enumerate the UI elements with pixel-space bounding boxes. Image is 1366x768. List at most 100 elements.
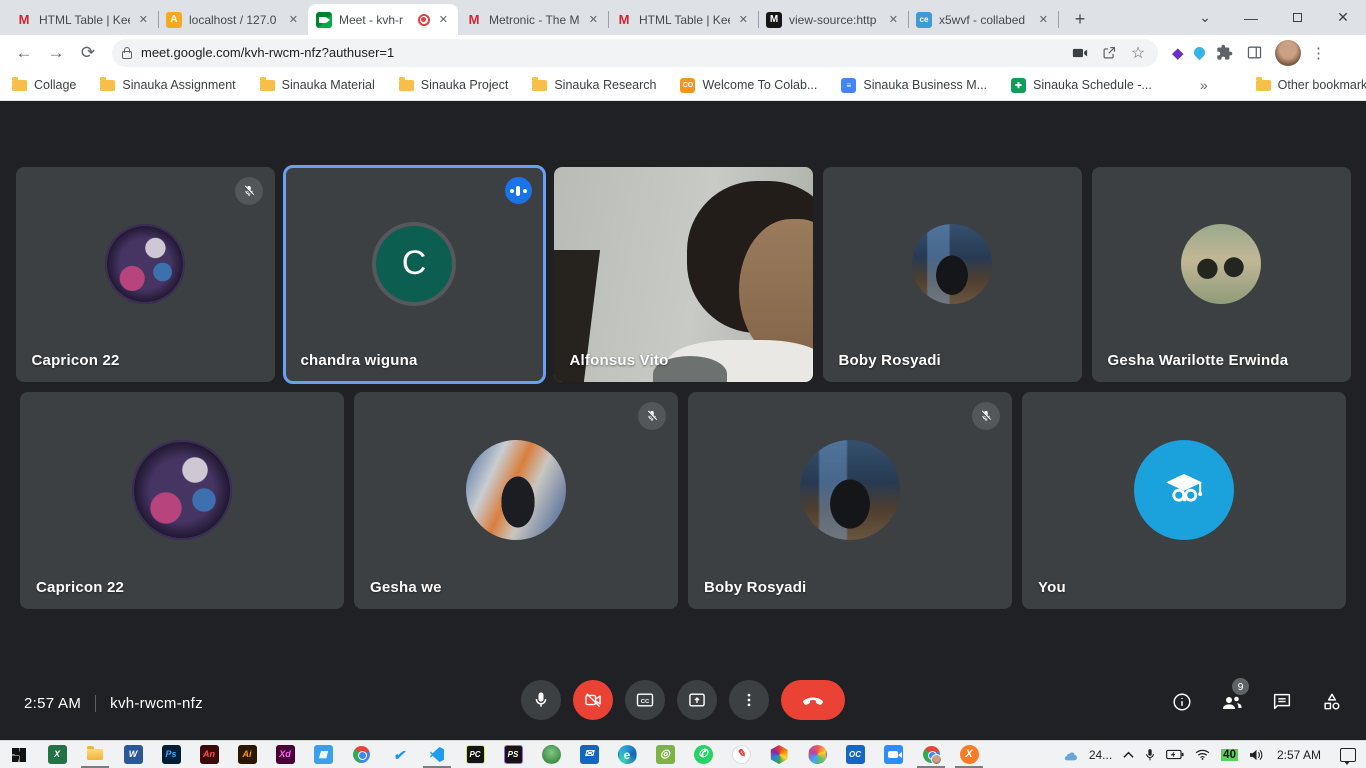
present-button[interactable]	[677, 680, 717, 720]
browser-tab-meet-active[interactable]: Meet - kvh-r ✕	[308, 4, 458, 35]
taskbar-edge[interactable]: e	[608, 741, 646, 768]
taskbar-word[interactable]: W	[114, 741, 152, 768]
tile-gesha-warilotte[interactable]: Gesha Warilotte Erwinda	[1092, 167, 1351, 382]
bookmark-folder-research[interactable]: Sinauka Research	[532, 78, 656, 92]
tab-close-icon[interactable]: ✕	[287, 11, 300, 28]
taskbar-chrome-profile[interactable]	[912, 741, 950, 768]
taskbar-hexagon-app[interactable]	[760, 741, 798, 768]
taskbar-chrome[interactable]	[342, 741, 380, 768]
taskbar-mail[interactable]: ✉	[570, 741, 608, 768]
minimize-button[interactable]: —	[1228, 0, 1274, 35]
tile-boby-rosyadi-2[interactable]: Boby Rosyadi	[688, 392, 1012, 609]
more-options-button[interactable]	[729, 680, 769, 720]
tray-expand-chevron-icon[interactable]	[1123, 751, 1134, 759]
tile-you[interactable]: You	[1022, 392, 1346, 609]
action-center-icon[interactable]	[1340, 748, 1356, 762]
tile-capricon22-1[interactable]: Capricon 22	[16, 167, 275, 382]
tab-close-icon[interactable]: ✕	[887, 11, 900, 28]
meeting-details-button[interactable]	[1170, 690, 1194, 714]
new-tab-button[interactable]: +	[1066, 5, 1094, 33]
tray-volume-icon[interactable]	[1249, 749, 1264, 761]
tray-microphone-icon[interactable]	[1145, 748, 1155, 762]
taskbar-green-app[interactable]	[532, 741, 570, 768]
bookmark-folder-material[interactable]: Sinauka Material	[260, 78, 375, 92]
extension-diamond-icon[interactable]: ◆	[1172, 44, 1184, 62]
browser-tab-4[interactable]: M Metronic - The M ✕	[458, 4, 608, 35]
taskbar-zoom[interactable]	[874, 741, 912, 768]
bookmark-folder-collage[interactable]: Collage	[12, 78, 76, 92]
tab-close-icon[interactable]: ✕	[737, 11, 750, 28]
extensions-puzzle-icon[interactable]	[1215, 43, 1235, 63]
profile-avatar[interactable]	[1275, 40, 1301, 66]
bookmark-star-icon[interactable]: ☆	[1128, 43, 1148, 63]
tray-battery-icon[interactable]	[1166, 749, 1184, 760]
taskbar-flower-app[interactable]	[798, 741, 836, 768]
tab-close-icon[interactable]: ✕	[1037, 11, 1050, 28]
taskbar-animate[interactable]: An	[190, 741, 228, 768]
other-bookmarks[interactable]: Other bookmarks	[1256, 78, 1366, 92]
browser-menu-icon[interactable]: ⋮	[1311, 44, 1327, 62]
avatar-sinauka-logo	[1134, 440, 1234, 540]
taskbar-check-app[interactable]: ✔	[380, 741, 418, 768]
chat-button[interactable]	[1270, 690, 1294, 714]
taskbar-xd[interactable]: Xd	[266, 741, 304, 768]
tab-search-chevron-icon[interactable]: ⌄	[1182, 0, 1228, 35]
bookmarks-overflow-icon[interactable]: »	[1200, 77, 1208, 93]
taskbar-whatsapp[interactable]: ✆	[684, 741, 722, 768]
battery-percent-badge[interactable]: 40	[1221, 749, 1238, 761]
captions-button[interactable]: CC	[625, 680, 665, 720]
tab-close-icon[interactable]: ✕	[587, 11, 600, 28]
microphone-button[interactable]	[521, 680, 561, 720]
tile-chandra-wiguna[interactable]: C chandra wiguna	[285, 167, 544, 382]
bookmark-schedule[interactable]: ✚Sinauka Schedule -...	[1011, 78, 1152, 93]
camera-off-button[interactable]	[573, 680, 613, 720]
tab-close-icon[interactable]: ✕	[137, 11, 150, 28]
bookmark-colab[interactable]: COWelcome To Colab...	[680, 78, 817, 93]
taskbar-calendar[interactable]: ▦	[304, 741, 342, 768]
bookmark-business[interactable]: ≡Sinauka Business M...	[841, 78, 987, 93]
tray-wifi-icon[interactable]	[1195, 749, 1210, 760]
tile-boby-rosyadi-1[interactable]: Boby Rosyadi	[823, 167, 1082, 382]
tile-gesha-we[interactable]: Gesha we	[354, 392, 678, 609]
share-icon[interactable]	[1099, 43, 1119, 63]
address-bar[interactable]: meet.google.com/kvh-rwcm-nfz?authuser=1 …	[112, 39, 1158, 67]
camera-in-use-icon[interactable]	[1070, 43, 1090, 63]
temperature-text[interactable]: 24...	[1089, 748, 1112, 762]
side-panel-icon[interactable]	[1245, 43, 1265, 63]
taskbar-photoshop[interactable]: Ps	[152, 741, 190, 768]
browser-tab-2[interactable]: A localhost / 127.0 ✕	[158, 4, 308, 35]
taskbar-xampp[interactable]: X	[950, 741, 988, 768]
participants-button[interactable]: 9	[1220, 690, 1244, 714]
forward-button[interactable]: →	[42, 39, 70, 67]
browser-tab-7[interactable]: ce x5wvf - collabed ✕	[908, 4, 1058, 35]
taskbar-excel[interactable]: X	[38, 741, 76, 768]
back-button[interactable]: ←	[10, 39, 38, 67]
extension-drop-icon[interactable]	[1191, 45, 1207, 61]
taskbar-phpstorm[interactable]: PS	[494, 741, 532, 768]
start-button[interactable]	[0, 741, 38, 768]
taskbar-illustrator[interactable]: Ai	[228, 741, 266, 768]
bookmark-folder-project[interactable]: Sinauka Project	[399, 78, 509, 92]
tile-alfonsus-vito-video[interactable]: Alfonsus Vito	[554, 167, 813, 382]
url-text[interactable]: meet.google.com/kvh-rwcm-nfz?authuser=1	[141, 45, 1061, 60]
weather-cloud-icon[interactable]	[1062, 749, 1078, 761]
restore-button[interactable]	[1274, 0, 1320, 35]
tab-close-icon[interactable]: ✕	[437, 11, 450, 28]
end-call-button[interactable]	[781, 680, 845, 720]
taskbar-pen-app[interactable]: ✎	[722, 741, 760, 768]
taskbar-file-explorer[interactable]	[76, 741, 114, 768]
taskbar-screenshot-app[interactable]: ◎	[646, 741, 684, 768]
taskbar-vscode[interactable]	[418, 741, 456, 768]
bookmark-folder-assignment[interactable]: Sinauka Assignment	[100, 78, 235, 92]
browser-tab-5[interactable]: M HTML Table | Kee ✕	[608, 4, 758, 35]
reload-button[interactable]: ⟳	[74, 39, 102, 67]
taskbar-oc-app[interactable]: OC	[836, 741, 874, 768]
activities-button[interactable]	[1320, 690, 1344, 714]
browser-tab-1[interactable]: M HTML Table | Kee ✕	[8, 4, 158, 35]
close-button[interactable]: ✕	[1320, 0, 1366, 35]
browser-tab-6[interactable]: M view-source:http ✕	[758, 4, 908, 35]
tray-clock[interactable]: 2:57 AM	[1277, 748, 1321, 762]
lock-icon[interactable]	[122, 51, 132, 59]
taskbar-pycharm[interactable]: PC	[456, 741, 494, 768]
tile-capricon22-2[interactable]: Capricon 22	[20, 392, 344, 609]
